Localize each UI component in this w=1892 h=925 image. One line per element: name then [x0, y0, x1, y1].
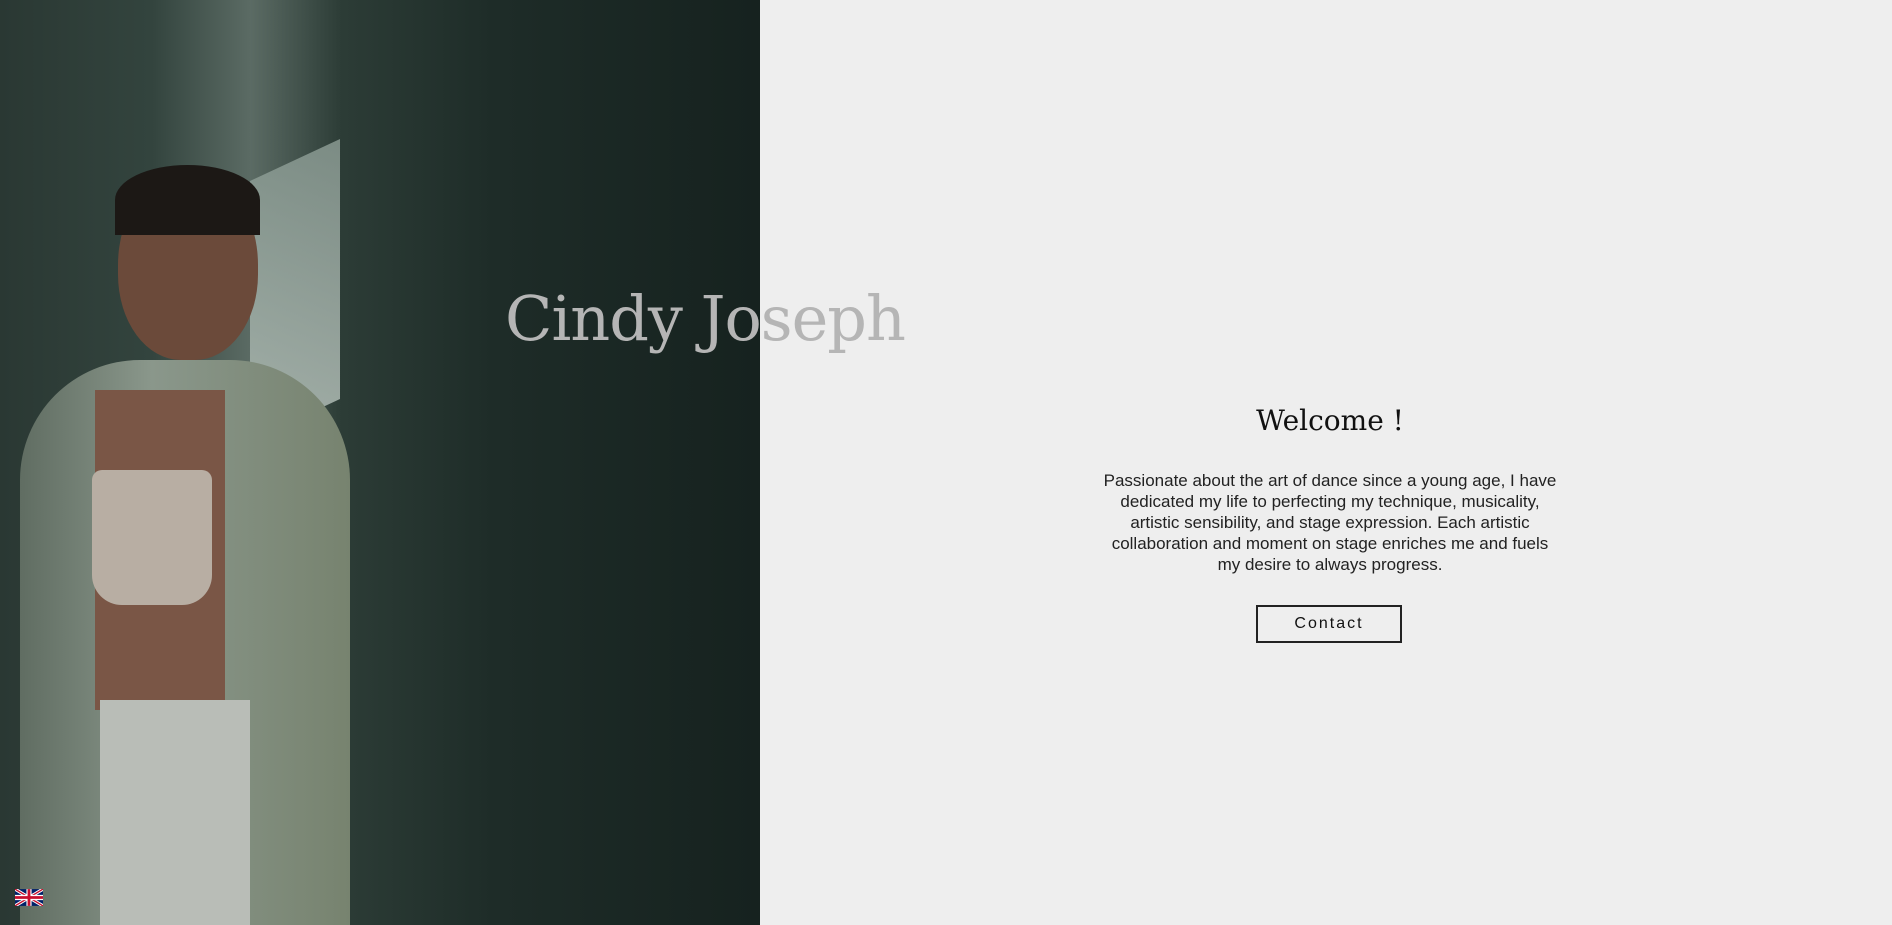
uk-flag-icon[interactable]	[15, 889, 43, 906]
figure-pants	[100, 700, 250, 925]
contact-button[interactable]: Contact	[1256, 605, 1402, 643]
intro-paragraph: Passionate about the art of dance since …	[1103, 471, 1557, 574]
figure-top	[92, 470, 212, 605]
site-title: Cindy Joseph	[505, 282, 906, 355]
hero-photo	[0, 0, 760, 925]
figure-hair	[115, 165, 260, 235]
welcome-heading: Welcome !	[1256, 404, 1404, 437]
